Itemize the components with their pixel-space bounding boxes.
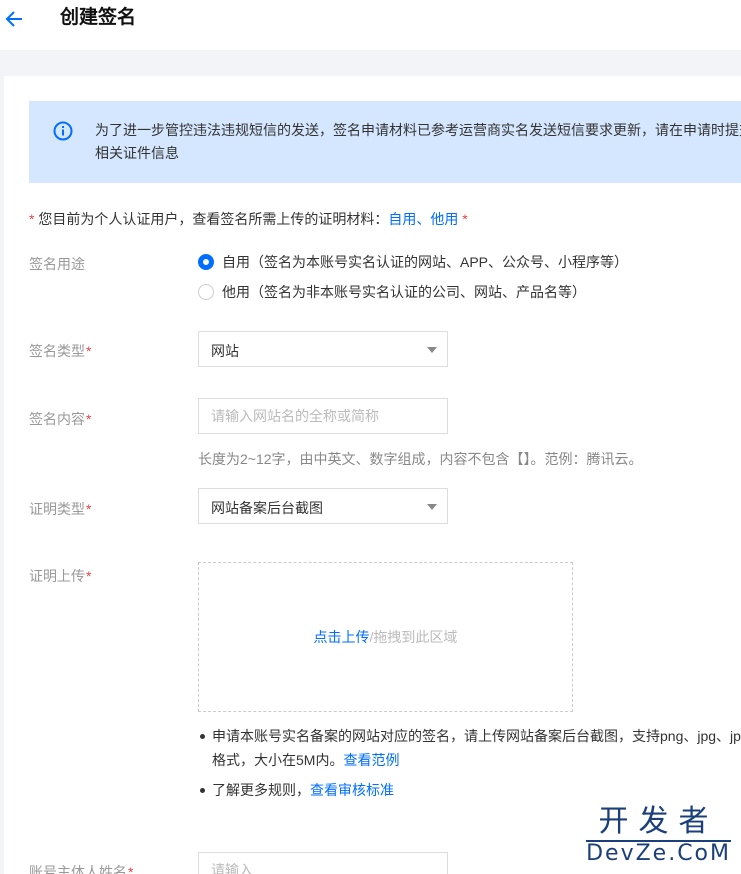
rule-item-text: 了解更多规则， bbox=[212, 782, 310, 798]
view-review-standard-link[interactable]: 查看审核标准 bbox=[310, 782, 394, 798]
type-label: 签名类型* bbox=[29, 341, 91, 361]
watermark-bottom: DevZe.CoM bbox=[586, 840, 731, 866]
link-self-use[interactable]: 自用 bbox=[388, 211, 416, 227]
rule-item: 申请本账号实名备案的网站对应的签名，请上传网站备案后台截图，支持png、jpg、… bbox=[198, 724, 741, 772]
upload-dropzone[interactable]: 点击上传/拖拽到此区域 bbox=[198, 562, 573, 712]
notice-text: 为了进一步管控违法违规短信的发送，签名申请材料已参考运营商实名发送短信要求更新，… bbox=[95, 122, 741, 161]
back-arrow-icon[interactable] bbox=[4, 8, 26, 30]
view-example-link[interactable]: 查看范例 bbox=[343, 752, 399, 768]
content-input[interactable] bbox=[198, 398, 448, 434]
type-select-value: 网站 bbox=[211, 343, 239, 359]
radio-other-use-label: 他用（签名为非本账号实名认证的公司、网站、产品名等） bbox=[222, 284, 586, 300]
content-hint: 长度为2~12字，由中英文、数字组成，内容不包含【】。范例：腾讯云。 bbox=[198, 451, 643, 467]
required-star-end: * bbox=[458, 211, 468, 227]
content-label: 签名内容* bbox=[29, 409, 91, 429]
caret-down-icon bbox=[427, 347, 437, 353]
auth-line: * 您目前为个人认证用户，查看签名所需上传的证明材料：自用、他用 * bbox=[29, 209, 468, 229]
page-title: 创建签名 bbox=[60, 7, 137, 28]
required-star: * bbox=[86, 411, 92, 427]
upload-click-link[interactable]: 点击上传 bbox=[314, 629, 370, 645]
watermark-logo: 开发者 DevZe.CoM bbox=[586, 804, 731, 866]
form-card: 为了进一步管控违法违规短信的发送，签名申请材料已参考运营商实名发送短信要求更新，… bbox=[4, 76, 741, 874]
proof-type-label-text: 证明类型 bbox=[29, 501, 85, 517]
type-label-text: 签名类型 bbox=[29, 343, 85, 359]
link-other-use[interactable]: 他用 bbox=[430, 211, 458, 227]
link-separator: 、 bbox=[416, 211, 431, 227]
caret-down-icon bbox=[427, 504, 437, 510]
type-select[interactable]: 网站 bbox=[198, 331, 448, 367]
proof-upload-label: 证明上传* bbox=[29, 566, 91, 586]
upload-rules: 申请本账号实名备案的网站对应的签名，请上传网站备案后台截图，支持png、jpg、… bbox=[198, 724, 741, 802]
upload-drag-text: /拖拽到此区域 bbox=[369, 629, 458, 645]
rule-item-text: 申请本账号实名备案的网站对应的签名，请上传网站备案后台截图，支持png、jpg、… bbox=[212, 728, 741, 768]
proof-type-select[interactable]: 网站备案后台截图 bbox=[198, 488, 448, 524]
owner-label-text: 账号主体人姓名 bbox=[29, 864, 127, 874]
proof-type-label: 证明类型* bbox=[29, 499, 91, 519]
owner-input[interactable] bbox=[198, 852, 448, 874]
radio-self-use-indicator[interactable] bbox=[198, 254, 214, 270]
required-star: * bbox=[128, 864, 134, 874]
proof-upload-label-text: 证明上传 bbox=[29, 568, 85, 584]
radio-other-use-indicator[interactable] bbox=[198, 284, 214, 300]
radio-other-use[interactable]: 他用（签名为非本账号实名认证的公司、网站、产品名等） bbox=[198, 282, 586, 302]
radio-self-use[interactable]: 自用（签名为本账号实名认证的网站、APP、公众号、小程序等） bbox=[198, 252, 628, 272]
required-star: * bbox=[86, 501, 92, 517]
rule-item: 了解更多规则，查看审核标准 bbox=[198, 778, 741, 802]
owner-label: 账号主体人姓名* bbox=[29, 862, 133, 874]
required-star: * bbox=[86, 568, 92, 584]
page-header: 创建签名 bbox=[0, 0, 741, 50]
upload-text: 点击上传/拖拽到此区域 bbox=[199, 627, 572, 647]
content-label-text: 签名内容 bbox=[29, 411, 85, 427]
required-star: * bbox=[86, 343, 92, 359]
watermark-top: 开发者 bbox=[598, 804, 719, 839]
auth-text: 您目前为个人认证用户，查看签名所需上传的证明材料： bbox=[34, 211, 389, 227]
purpose-label: 签名用途 bbox=[29, 256, 85, 272]
info-icon bbox=[53, 121, 73, 141]
notice-banner: 为了进一步管控违法违规短信的发送，签名申请材料已参考运营商实名发送短信要求更新，… bbox=[29, 101, 741, 183]
radio-self-use-label: 自用（签名为本账号实名认证的网站、APP、公众号、小程序等） bbox=[222, 254, 629, 270]
proof-type-select-value: 网站备案后台截图 bbox=[211, 500, 323, 516]
